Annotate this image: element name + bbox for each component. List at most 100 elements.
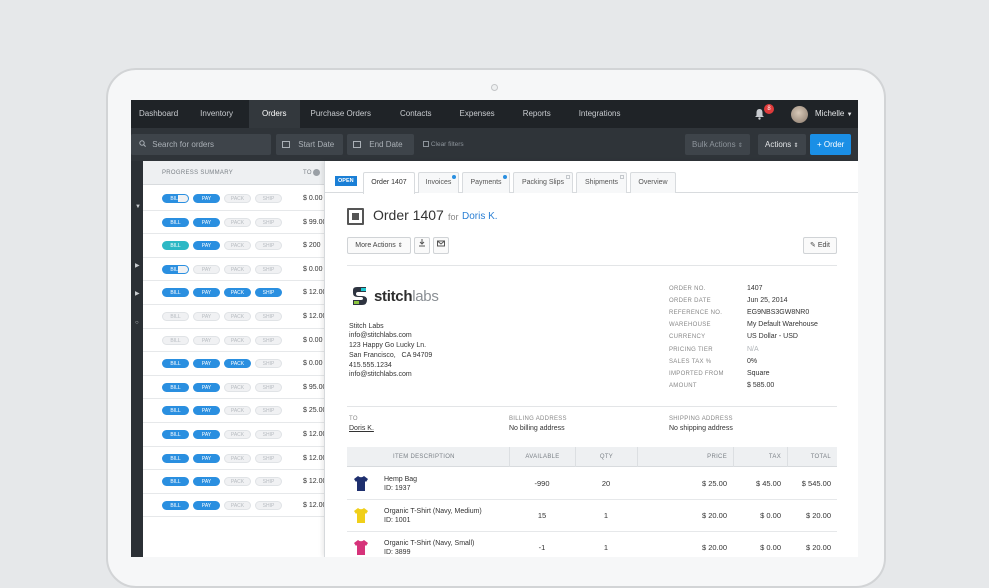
row-amount: $ 25.00 [303, 407, 327, 415]
nav-purchase-orders[interactable]: Purchase Orders [300, 100, 386, 128]
nav-integrations[interactable]: Integrations [565, 100, 635, 128]
table-row[interactable]: BILL PAY PACK SHIP $ 12.00 [143, 470, 331, 494]
row-amount: $ 0.00 [303, 360, 323, 368]
table-row[interactable]: BILL PAY PACK SHIP $ 12.00 [143, 447, 331, 471]
field-label: ORDER NO. [669, 286, 706, 292]
divider [347, 406, 837, 407]
progress-pill-pay: PAY [193, 382, 220, 392]
table-row[interactable]: BILL PAY PACK SHIP $ 95.00 [143, 376, 331, 400]
progress-pill-ship: SHIP [255, 453, 282, 463]
progress-pill-pay: PAY [193, 453, 220, 463]
item-price: $ 20.00 [701, 543, 727, 552]
company-email-secondary: info@stitchlabs.com [349, 371, 412, 378]
tab-overview[interactable]: Overview [630, 172, 676, 193]
progress-pill-bill: BILL [162, 406, 189, 416]
actions-button[interactable]: Actions ⇕ [758, 134, 806, 155]
item-tax: $ 0.00 [760, 543, 781, 552]
table-row[interactable]: BILL PAY PACK SHIP $ 25.00 [143, 399, 331, 423]
start-date-field[interactable]: Start Date [276, 134, 343, 155]
item-name: Hemp Bag [384, 476, 418, 483]
table-row[interactable]: BILL PAY PACK SHIP $ 0.00 [143, 258, 331, 282]
user-avatar[interactable] [791, 106, 808, 123]
settings-icon[interactable] [313, 169, 320, 176]
table-row[interactable]: BILL PAY PACK SHIP $ 12.00 [143, 423, 331, 447]
customer-link[interactable]: Doris K. [462, 211, 498, 222]
item-description[interactable]: Organic T-Shirt (Navy, Medium) ID: 1001 [384, 507, 482, 525]
tshirt-icon [354, 476, 368, 491]
tab-shipments[interactable]: Shipments [576, 172, 627, 193]
new-order-button[interactable]: + Order [810, 134, 852, 155]
progress-pill-ship: SHIP [255, 217, 282, 227]
user-menu[interactable]: Michelle ▼ [815, 100, 853, 128]
table-row[interactable]: BILL PAY PACK SHIP $ 0.00 [143, 329, 331, 353]
email-button[interactable] [433, 237, 449, 254]
to-customer-link[interactable]: Doris K. [349, 425, 374, 432]
calendar-icon [282, 141, 290, 148]
table-row[interactable]: BILL PAY PACK SHIP $ 0.00 [143, 352, 331, 376]
progress-pill-bill: BILL [162, 382, 189, 392]
clear-filters-link[interactable]: Clear filters [423, 134, 464, 155]
progress-pill-pay: PAY [193, 359, 220, 369]
progress-pill-ship: SHIP [255, 194, 282, 203]
stitch-labs-logo-icon [353, 287, 367, 305]
progress-pill-ship: SHIP [255, 241, 282, 251]
progress-pill-pay: PAY [193, 312, 220, 321]
updown-icon: ⇕ [397, 243, 403, 249]
progress-pill-bill: BILL [162, 500, 189, 510]
progress-pill-pay: PAY [193, 406, 220, 416]
download-button[interactable] [414, 237, 430, 254]
line-item-row[interactable]: Organic T-Shirt (Navy, Medium) ID: 1001 15… [347, 500, 837, 532]
row-amount: $ 12.00 [303, 431, 327, 438]
table-row[interactable]: BILL PAY PACK SHIP $ 200 [143, 234, 331, 258]
company-phone: 415.555.1234 [349, 362, 392, 369]
nav-orders[interactable]: Orders [249, 100, 300, 128]
tab-payments[interactable]: Payments [462, 172, 510, 193]
table-row[interactable]: BILL PAY PACK SHIP $ 12.00 [143, 494, 331, 518]
item-available: -990 [534, 479, 550, 488]
expand-icon[interactable]: ○ [135, 320, 139, 326]
edit-button[interactable]: ✎ Edit [803, 237, 837, 254]
item-description[interactable]: Organic T-Shirt (Navy, Small) ID: 3899 [384, 539, 474, 557]
field-value: EG9NBS3GW8NR0 [747, 309, 810, 317]
expand-icon[interactable]: ▶ [135, 262, 140, 269]
progress-pill-ship: SHIP [255, 288, 282, 298]
line-item-row[interactable]: Hemp Bag ID: 1937 -990 20 $ 25.00 $ 45.00 $ 54… [347, 468, 837, 500]
company-street: 123 Happy Go Lucky Ln. [349, 342, 427, 349]
line-item-row[interactable]: Organic T-Shirt (Navy, Small) ID: 3899 -1 1… [347, 532, 837, 557]
company-city: San Francisco, CA 94709 [349, 352, 433, 359]
more-actions-button[interactable]: More Actions ⇕ [347, 237, 411, 254]
table-row[interactable]: BILL PAY PACK SHIP $ 12.00 [143, 305, 331, 329]
search-placeholder: Search for orders [152, 140, 215, 149]
progress-pill-pay: PAY [193, 288, 220, 298]
column-total[interactable]: TO [303, 161, 312, 185]
table-row[interactable]: BILL PAY PACK SHIP $ 0.00 [143, 187, 331, 211]
progress-pill-pack: PACK [224, 335, 251, 345]
table-row[interactable]: BILL PAY PACK SHIP $ 12.00 [143, 281, 331, 305]
item-description[interactable]: Hemp Bag ID: 1937 [384, 475, 417, 493]
field-value: $ 585.00 [747, 381, 775, 389]
pencil-icon: ✎ [810, 242, 816, 249]
item-tax: $ 0.00 [760, 511, 781, 520]
expand-icon[interactable]: ▼ [135, 204, 141, 210]
nav-dashboard[interactable]: Dashboard [131, 100, 186, 128]
progress-pill-pack: PACK [224, 194, 251, 203]
nav-reports[interactable]: Reports [509, 100, 565, 128]
app-screen: Dashboard Inventory Orders Purchase Orde… [131, 100, 858, 557]
nav-contacts[interactable]: Contacts [386, 100, 446, 128]
nav-expenses[interactable]: Expenses [446, 100, 509, 128]
search-input[interactable]: Search for orders [131, 134, 271, 155]
column-progress-summary[interactable]: PROGRESS SUMMARY [162, 161, 233, 185]
end-date-label: End Date [369, 140, 403, 149]
bulk-actions-button[interactable]: Bulk Actions ⇕ [685, 134, 750, 155]
progress-pill-ship: SHIP [255, 430, 282, 439]
table-row[interactable]: BILL PAY PACK SHIP $ 99.00 [143, 211, 331, 235]
end-date-field[interactable]: End Date [347, 134, 414, 155]
progress-pill-ship: SHIP [255, 312, 282, 321]
nav-inventory[interactable]: Inventory [186, 100, 249, 128]
progress-pill-pay: PAY [193, 194, 220, 203]
expand-icon[interactable]: ▶ [135, 290, 140, 297]
tab-packing-slips[interactable]: Packing Slips [513, 172, 573, 193]
tab-invoices[interactable]: Invoices [418, 172, 459, 193]
tab-order[interactable]: Order 1407 [363, 172, 415, 194]
top-navigation: Dashboard Inventory Orders Purchase Orde… [131, 100, 858, 128]
